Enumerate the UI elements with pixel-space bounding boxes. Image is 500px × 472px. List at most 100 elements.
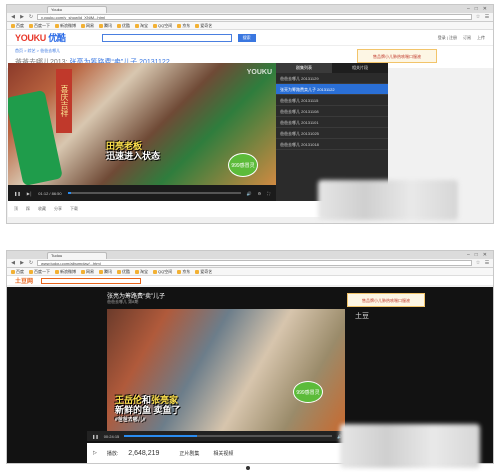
forward-icon[interactable]: ▶ [19,14,25,20]
bookmark-item[interactable]: 网易 [81,23,94,29]
action-link[interactable]: 分享 [54,206,62,212]
browser-tab[interactable]: Youku [47,5,107,13]
player-controls: ❚❚ 00:24:15 🔊 ⛶ [87,431,355,441]
star-icon[interactable]: ☆ [475,14,481,20]
next-icon[interactable]: ▶│ [27,191,33,196]
youku-logo[interactable]: YOUKU 优酷 [15,31,66,44]
user-link[interactable]: 登录 | 注册 [438,35,457,41]
bookmark-item[interactable]: 爱奇艺 [195,23,212,29]
browser-tab[interactable]: Tudou [47,251,107,259]
bookmark-item[interactable]: 百度 [11,23,24,29]
episode-item[interactable]: 爸爸去哪儿 20131018 [276,139,388,150]
user-link[interactable]: 订阅 [463,35,471,41]
bookmark-icon [11,23,15,28]
bookmark-item[interactable]: 爱奇艺 [195,269,212,275]
menu-icon[interactable]: ☰ [484,260,490,266]
user-link[interactable]: 上传 [477,35,485,41]
bookmark-item[interactable]: 淘宝 [135,269,148,275]
ad-banner[interactable]: 售品牌小儿肺热咳喘口服液 [357,49,437,63]
bookmark-icon [99,23,103,28]
bookmark-item[interactable]: QQ空间 [153,23,172,29]
pause-icon[interactable]: ❚❚ [14,191,21,196]
bookmark-item[interactable]: 百度 [11,269,24,275]
tudou-logo[interactable]: 土豆网 [15,276,33,285]
bottom-tab[interactable]: 正片剧集 [179,450,199,457]
bookmark-item[interactable]: 优酷 [117,23,130,29]
bookmark-label: 百度 [16,22,24,28]
bookmark-icon [55,269,59,274]
search-button[interactable]: 搜索 [237,33,256,42]
youku-watermark: YOUKU [246,69,272,76]
bookmark-icon [99,269,103,274]
ad-banner[interactable]: 售品牌小儿肺热咳喘口服液 [347,293,425,307]
maximize-icon[interactable]: □ [475,6,478,12]
bookmark-item[interactable]: 百度一下 [29,23,50,29]
bookmark-item[interactable]: 优酷 [117,269,130,275]
sponsor-logo: 999感冒灵 [293,381,323,403]
time-display: 00:24:15 [103,433,120,439]
pagination-dot [246,466,250,470]
sidebar-tab[interactable]: 相关片段 [332,63,388,73]
sidebar-tab[interactable]: 剧集列表 [276,63,332,73]
bookmark-item[interactable]: 腾讯 [99,23,112,29]
bookmark-label: 网易 [86,268,94,274]
bookmark-item[interactable]: 新浪微博 [55,269,76,275]
settings-icon[interactable]: ⚙ [258,191,262,196]
close-icon[interactable]: ✕ [483,6,487,12]
menu-icon[interactable]: ☰ [484,14,490,20]
progress-bar[interactable] [67,192,241,194]
episode-item[interactable]: 爸爸去哪儿 20131101 [276,117,388,128]
search-input[interactable] [41,277,142,284]
bookmark-item[interactable]: 新浪微博 [55,23,76,29]
browser-tab-bar: Tudou – □ ✕ [7,251,493,259]
bookmark-item[interactable]: 腾讯 [99,269,112,275]
address-toolbar: ◀ ▶ ↻ www.tudou.com/albumplay/...html ☆ … [7,259,493,268]
minimize-icon[interactable]: – [467,252,470,258]
bookmark-item[interactable]: 京东 [177,23,190,29]
fullscreen-icon[interactable]: ⛶ [267,191,270,196]
close-icon[interactable]: ✕ [483,252,487,258]
video-frame[interactable]: 喜庆吉祥 YOUKU 田亮老板 迅速进入状态 999感冒灵 [8,63,276,185]
back-icon[interactable]: ◀ [10,260,16,266]
episode-item[interactable]: 张亮为筹路费卖儿子 20131122 [276,84,388,95]
episode-item[interactable]: 爸爸去哪儿 20131108 [276,106,388,117]
bookmark-icon [135,269,139,274]
episode-item[interactable]: 爸爸去哪儿 20131025 [276,128,388,139]
bookmark-icon [177,23,182,28]
tudou-watermark: 土豆 [355,313,369,320]
episode-item[interactable]: 爸爸去哪儿 20131115 [276,95,388,106]
bookmark-item[interactable]: 京东 [177,269,190,275]
bookmark-label: 新浪微博 [60,22,76,28]
episode-item[interactable]: 爸爸去哪儿 20131129 [276,73,388,84]
forward-icon[interactable]: ▶ [19,260,25,266]
bottom-tab[interactable]: 相关视频 [213,450,233,457]
site-header: 土豆网 [7,276,493,286]
back-icon[interactable]: ◀ [10,14,16,20]
progress-fill [67,192,72,194]
star-icon[interactable]: ☆ [475,260,481,266]
address-bar[interactable]: www.tudou.com/albumplay/...html [37,260,472,266]
bookmarks-bar: 百度 百度一下 新浪微博 网易 腾讯 优酷 淘宝 QQ空间 京东 爱奇艺 [7,268,493,276]
address-bar[interactable]: v.youku.com/v_show/id_XNjM...html [37,14,472,20]
bookmark-item[interactable]: 淘宝 [135,23,148,29]
player-controls: ❚❚ ▶│ 01:12 / 86:50 🔊 ⚙ ⛶ [8,185,276,201]
action-link[interactable]: 下载 [70,206,78,212]
action-link[interactable]: 收藏 [38,206,46,212]
separator [0,230,500,242]
action-link[interactable]: 踩 [26,206,30,212]
bookmark-item[interactable]: 网易 [81,269,94,275]
reload-icon[interactable]: ↻ [28,260,34,266]
bookmark-item[interactable]: 百度一下 [29,269,50,275]
volume-icon[interactable]: 🔊 [247,191,252,196]
maximize-icon[interactable]: □ [475,252,478,258]
minimize-icon[interactable]: – [467,6,470,12]
bookmark-item[interactable]: QQ空间 [153,269,172,275]
bookmark-icon [81,269,85,274]
pause-icon[interactable]: ❚❚ [92,434,99,439]
bookmark-label: 爱奇艺 [200,268,213,274]
reload-icon[interactable]: ↻ [28,14,34,20]
action-link[interactable]: 顶 [14,206,18,212]
search-input[interactable] [101,33,232,42]
progress-bar[interactable] [124,435,333,437]
bookmark-label: 优酷 [122,268,130,274]
